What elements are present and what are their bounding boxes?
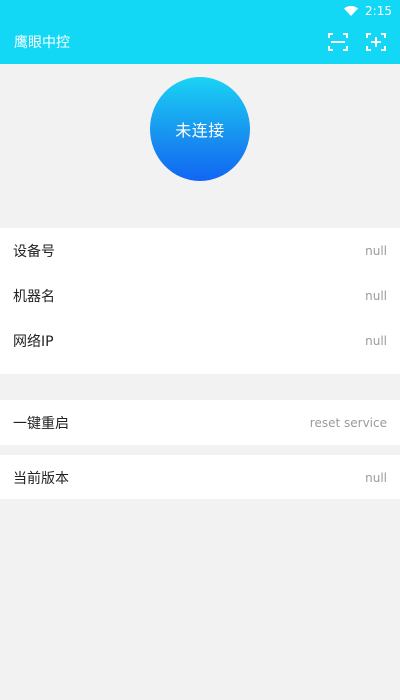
status-right: 2:15: [343, 2, 392, 20]
machine-name-label: 机器名: [13, 288, 55, 305]
device-id-value: null: [365, 243, 387, 258]
reset-row[interactable]: 一键重启 reset service: [0, 400, 400, 445]
reset-label: 一键重启: [13, 415, 69, 432]
connect-button[interactable]: 未连接: [150, 77, 250, 181]
network-ip-value: null: [365, 333, 387, 348]
app-title: 鹰眼中控: [14, 35, 70, 51]
app-bar: 鹰眼中控: [0, 22, 400, 64]
version-value: null: [365, 470, 387, 485]
app-bar-actions: [326, 30, 388, 54]
reset-card[interactable]: 一键重启 reset service: [0, 400, 400, 445]
status-bar: 2:15: [0, 0, 400, 22]
version-row: 当前版本 null: [0, 455, 400, 500]
connect-status-label: 未连接: [175, 121, 225, 140]
version-card: 当前版本 null: [0, 455, 400, 499]
hero-section: 未连接: [0, 64, 400, 226]
info-row-machine-name: 机器名 null: [0, 273, 400, 318]
status-time: 2:15: [365, 4, 392, 18]
device-id-label: 设备号: [13, 243, 55, 260]
add-box-icon[interactable]: [364, 30, 388, 54]
machine-name-value: null: [365, 288, 387, 303]
reset-value: reset service: [309, 415, 387, 430]
info-row-device-id: 设备号 null: [0, 228, 400, 273]
device-info-card: 设备号 null 机器名 null 网络IP null: [0, 228, 400, 374]
version-label: 当前版本: [13, 470, 69, 487]
scan-icon[interactable]: [326, 30, 350, 54]
network-ip-label: 网络IP: [13, 333, 54, 350]
wifi-icon: [343, 5, 359, 17]
info-row-network-ip: 网络IP null: [0, 318, 400, 363]
